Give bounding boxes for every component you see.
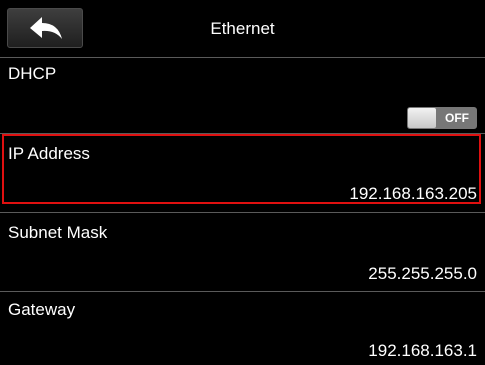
dhcp-label: DHCP [8,64,57,83]
gateway-label: Gateway [8,300,76,319]
title-bar: Ethernet [0,0,485,57]
gateway-value: 192.168.163.1 [368,341,477,360]
gateway-row[interactable]: Gateway 192.168.163.1 [0,292,485,365]
back-arrow-icon [30,17,62,39]
toggle-state-label: OFF [445,111,469,125]
dhcp-toggle[interactable]: OFF [407,107,477,129]
subnet-mask-label: Subnet Mask [8,223,108,242]
ip-address-row[interactable]: IP Address 192.168.163.205 [0,134,485,210]
ip-address-value: 192.168.163.205 [349,184,477,203]
back-button[interactable] [7,8,83,48]
toggle-knob [408,108,436,128]
subnet-mask-row[interactable]: Subnet Mask 255.255.255.0 [0,213,485,291]
subnet-mask-value: 255.255.255.0 [368,264,477,283]
ip-address-label: IP Address [8,144,90,163]
